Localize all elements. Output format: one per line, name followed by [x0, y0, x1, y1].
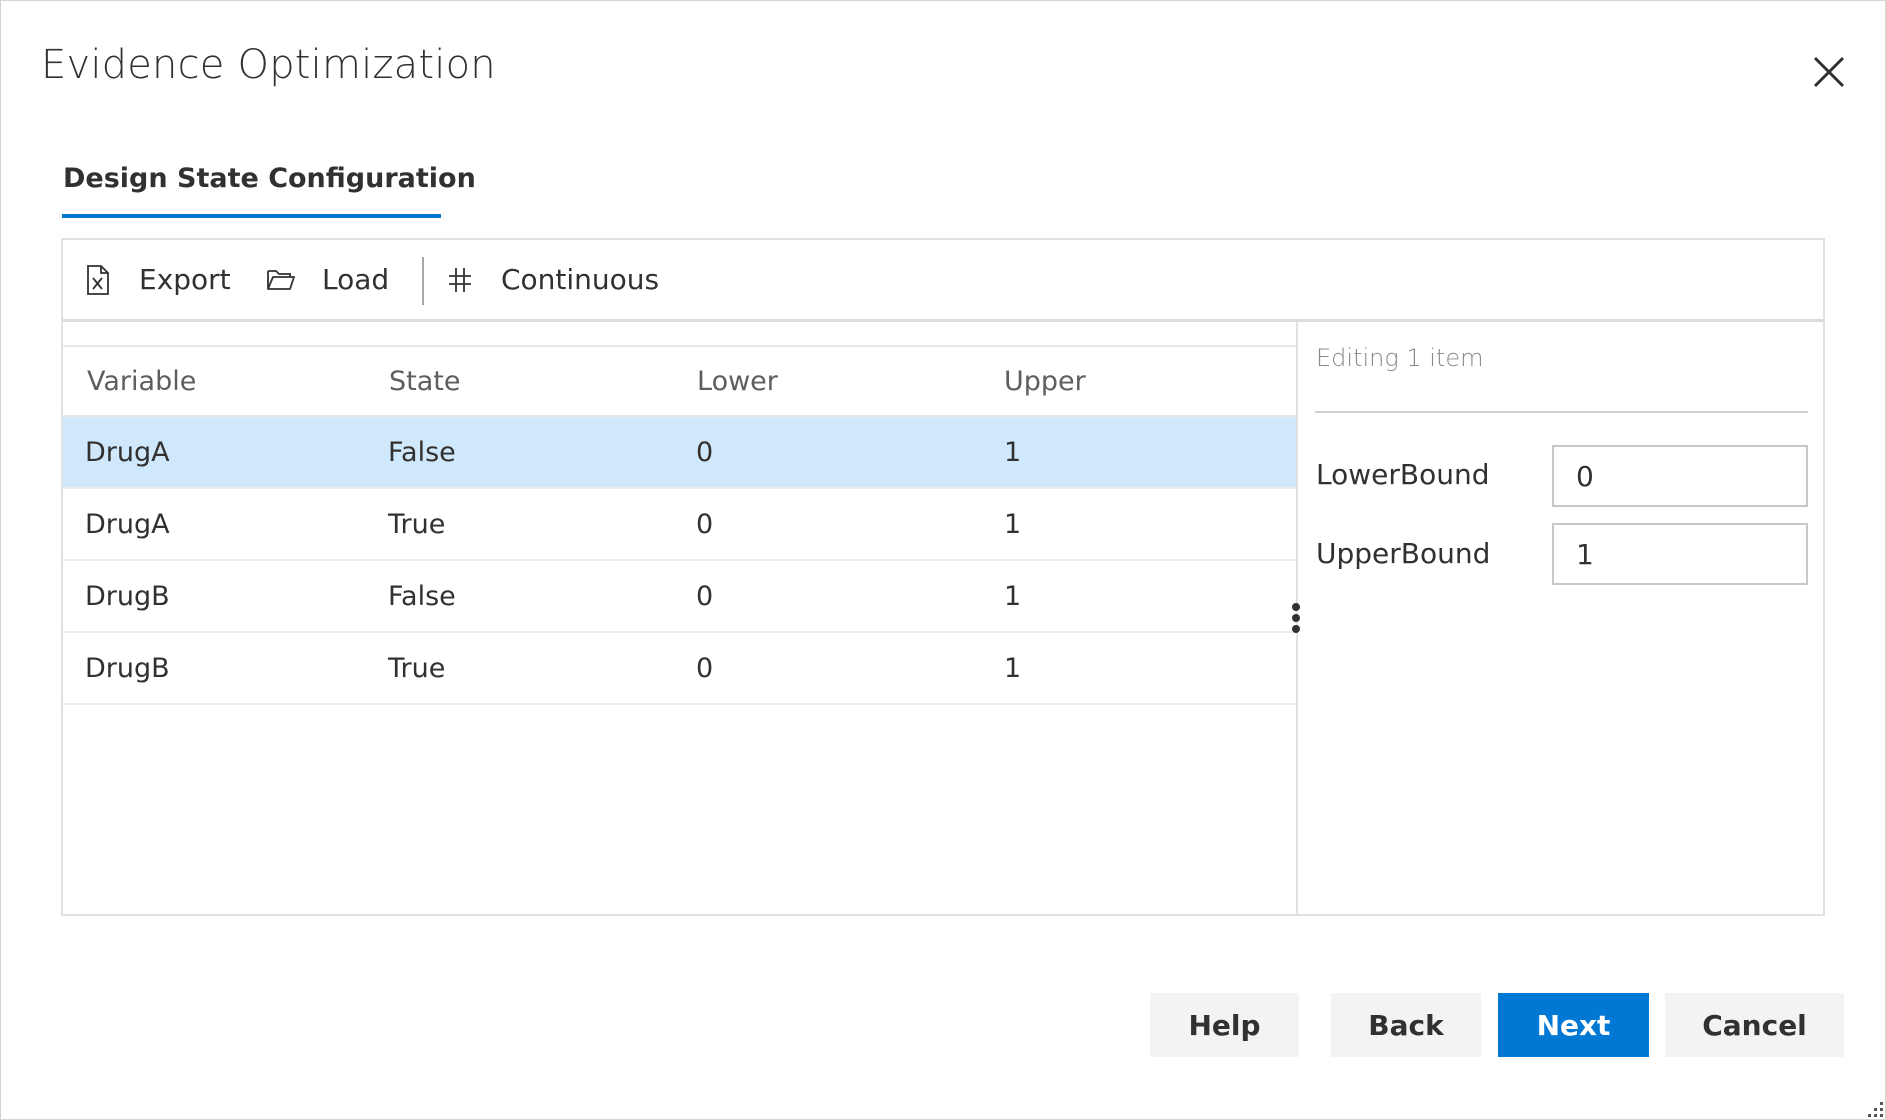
continuous-label: Continuous [501, 263, 660, 296]
cell-lower: 0 [696, 508, 714, 540]
table-row[interactable]: DrugA False 0 1 [63, 417, 1296, 489]
help-button[interactable]: Help [1150, 993, 1299, 1057]
cell-state: False [388, 436, 456, 468]
export-label: Export [139, 263, 231, 296]
excel-file-icon [83, 264, 113, 295]
cell-lower: 0 [696, 580, 714, 612]
cell-state: True [388, 652, 446, 684]
export-button[interactable]: Export [83, 240, 231, 319]
number-sign-icon [445, 265, 475, 295]
table-row[interactable]: DrugB False 0 1 [63, 561, 1296, 633]
cell-variable: DrugB [85, 652, 170, 684]
design-state-table: Variable State Lower Upper DrugA False 0 1 D… [63, 322, 1298, 914]
editor-divider [1315, 411, 1808, 413]
table-row[interactable]: DrugB True 0 1 [63, 633, 1296, 705]
toolbar-separator [422, 257, 424, 305]
folder-open-icon [266, 265, 296, 295]
cell-upper: 1 [1004, 508, 1022, 540]
table-header: Variable State Lower Upper [63, 345, 1296, 417]
dialog-title: Evidence Optimization [41, 42, 496, 88]
column-header-lower[interactable]: Lower [697, 347, 778, 415]
column-header-variable[interactable]: Variable [87, 347, 196, 415]
tab-design-state-configuration[interactable]: Design State Configuration [63, 163, 476, 194]
cell-state: True [388, 508, 446, 540]
close-icon [1813, 56, 1845, 88]
close-button[interactable] [1812, 55, 1846, 89]
lower-bound-label: LowerBound [1316, 458, 1490, 491]
back-button[interactable]: Back [1331, 993, 1481, 1057]
lower-bound-input[interactable] [1552, 445, 1808, 507]
cancel-button[interactable]: Cancel [1665, 993, 1844, 1057]
cell-variable: DrugB [85, 580, 170, 612]
table-row[interactable]: DrugA True 0 1 [63, 489, 1296, 561]
cell-upper: 1 [1004, 436, 1022, 468]
cell-lower: 0 [696, 652, 714, 684]
design-state-panel: Export Load Continuous Variable State Lo… [61, 238, 1825, 916]
next-button[interactable]: Next [1498, 993, 1649, 1057]
cell-upper: 1 [1004, 652, 1022, 684]
editing-status: Editing 1 item [1316, 344, 1484, 372]
load-button[interactable]: Load [266, 240, 389, 319]
toolbar: Export Load Continuous [63, 240, 1823, 322]
column-header-state[interactable]: State [389, 347, 460, 415]
upper-bound-label: UpperBound [1316, 537, 1491, 570]
upper-bound-input[interactable] [1552, 523, 1808, 585]
cell-upper: 1 [1004, 580, 1022, 612]
active-tab-indicator [62, 214, 441, 218]
cell-variable: DrugA [85, 508, 170, 540]
column-header-upper[interactable]: Upper [1004, 347, 1086, 415]
property-editor: Editing 1 item LowerBound UpperBound [1299, 322, 1823, 914]
cell-state: False [388, 580, 456, 612]
load-label: Load [322, 263, 390, 296]
cell-lower: 0 [696, 436, 714, 468]
resize-grip-icon[interactable] [1866, 1100, 1884, 1118]
continuous-button[interactable]: Continuous [445, 240, 659, 319]
cell-variable: DrugA [85, 436, 170, 468]
